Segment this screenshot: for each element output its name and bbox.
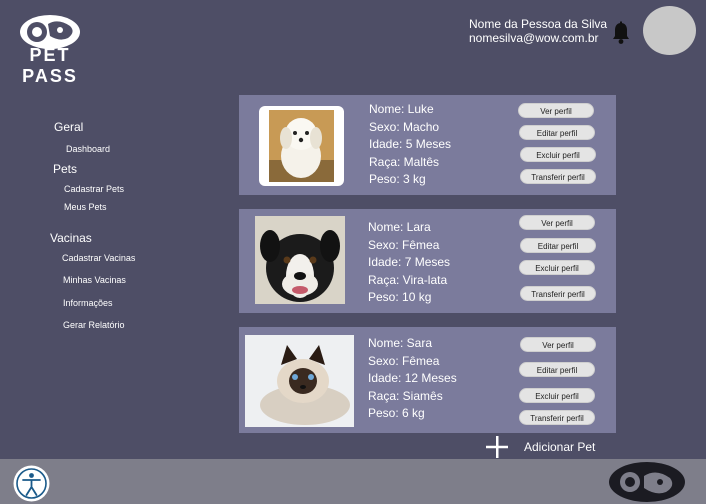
pet-age: Idade: 5 Meses [369, 137, 452, 151]
sidebar-item-minhas-vacinas[interactable]: Minhas Vacinas [63, 275, 126, 285]
sidebar-item-meus-pets[interactable]: Meus Pets [64, 202, 107, 212]
edit-profile-button[interactable]: Editar perfil [519, 362, 595, 377]
sidebar-item-dashboard[interactable]: Dashboard [66, 144, 110, 154]
pet-photo-lara [255, 216, 345, 304]
delete-profile-button[interactable]: Excluir perfil [519, 260, 595, 275]
pet-card-luke: Nome: Luke Sexo: Macho Idade: 5 Meses Ra… [239, 95, 616, 195]
pet-breed: Raça: Maltês [369, 154, 440, 169]
pet-photo-sara [245, 335, 354, 427]
view-profile-button[interactable]: Ver perfil [520, 337, 596, 352]
pet-age: Idade: 12 Meses [368, 371, 457, 385]
edit-profile-button[interactable]: Editar perfil [519, 125, 595, 140]
delete-profile-button[interactable]: Excluir perfil [520, 147, 596, 162]
transfer-profile-button[interactable]: Transferir perfil [519, 410, 595, 425]
pet-pass-footer-logo [609, 462, 685, 502]
sidebar-item-gerar-relatorio[interactable]: Gerar Relatório [63, 320, 125, 330]
pet-breed: Raça: Siamês [368, 388, 443, 403]
transfer-profile-button[interactable]: Transferir perfil [520, 169, 596, 184]
pet-info-sara: Nome: Sara Sexo: Fêmea Idade: 12 Meses R… [368, 335, 457, 423]
pet-photo-luke [259, 106, 344, 186]
pet-sex: Sexo: Fêmea [368, 237, 440, 252]
sidebar-section-pets[interactable]: Pets [53, 162, 77, 176]
avatar[interactable] [643, 6, 696, 55]
plus-icon [486, 436, 508, 458]
bell-icon[interactable] [610, 21, 632, 45]
sidebar-section-vacinas[interactable]: Vacinas [50, 231, 92, 245]
user-name: Nome da Pessoa da Silva [469, 17, 608, 31]
sidebar-item-informacoes[interactable]: Informações [63, 298, 113, 308]
edit-profile-button[interactable]: Editar perfil [520, 238, 596, 253]
pet-card-sara: Nome: Sara Sexo: Fêmea Idade: 12 Meses R… [239, 327, 616, 433]
pet-info-lara: Nome: Lara Sexo: Fêmea Idade: 7 Meses Ra… [368, 219, 450, 307]
sidebar-section-geral[interactable]: Geral [54, 120, 83, 134]
pet-weight: Peso: 10 kg [368, 290, 432, 304]
user-email: nomesilva@wow.com.br [469, 31, 599, 45]
pet-info-luke: Nome: Luke Sexo: Macho Idade: 5 Meses Ra… [369, 101, 451, 189]
pet-name: Nome: Luke [369, 102, 434, 116]
pet-name: Nome: Sara [368, 336, 433, 350]
view-profile-button[interactable]: Ver perfil [518, 103, 594, 118]
pet-sex: Sexo: Macho [369, 119, 440, 134]
pet-card-lara: Nome: Lara Sexo: Fêmea Idade: 7 Meses Ra… [239, 209, 616, 313]
delete-profile-button[interactable]: Excluir perfil [519, 388, 595, 403]
sidebar-item-cadastrar-pets[interactable]: Cadastrar Pets [64, 184, 124, 194]
add-pet-button[interactable]: Adicionar Pet [486, 436, 616, 458]
add-pet-label: Adicionar Pet [524, 440, 596, 454]
user-info: Nome da Pessoa da Silva nomesilva@wow.co… [469, 17, 607, 45]
transfer-profile-button[interactable]: Transferir perfil [520, 286, 596, 301]
pet-breed: Raça: Vira-lata [368, 272, 448, 287]
logo-text: PET PASS [22, 45, 78, 86]
sidebar-item-cadastrar-vacinas[interactable]: Cadastrar Vacinas [62, 253, 135, 263]
view-profile-button[interactable]: Ver perfil [519, 215, 595, 230]
pet-age: Idade: 7 Meses [368, 255, 451, 269]
pet-name: Nome: Lara [368, 220, 431, 234]
pet-weight: Peso: 3 kg [369, 172, 426, 186]
pet-sex: Sexo: Fêmea [368, 353, 440, 368]
footer [0, 459, 706, 504]
pet-weight: Peso: 6 kg [368, 406, 425, 420]
accessibility-icon[interactable] [13, 465, 50, 502]
